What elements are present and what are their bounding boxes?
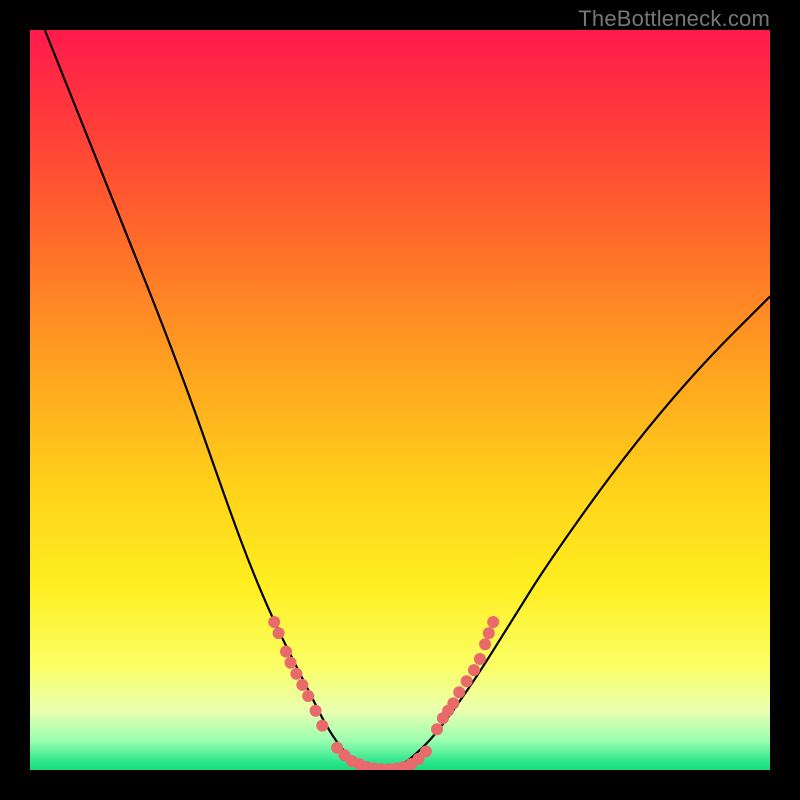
curve-marker <box>268 616 280 628</box>
curve-marker <box>447 697 459 709</box>
curve-marker <box>316 720 328 732</box>
curve-marker <box>431 723 443 735</box>
curve-markers <box>268 616 499 770</box>
plot-area <box>30 30 770 770</box>
curve-marker <box>479 638 491 650</box>
curve-marker <box>483 627 495 639</box>
curve-marker <box>290 668 302 680</box>
curve-marker <box>302 690 314 702</box>
bottleneck-curve <box>45 30 770 770</box>
curve-marker <box>487 616 499 628</box>
curve-marker <box>468 664 480 676</box>
curve-marker <box>296 679 308 691</box>
curve-svg <box>30 30 770 770</box>
curve-marker <box>420 746 432 758</box>
curve-marker <box>310 705 322 717</box>
attribution-label: TheBottleneck.com <box>578 6 770 32</box>
chart-frame: TheBottleneck.com <box>0 0 800 800</box>
curve-marker <box>285 657 297 669</box>
curve-marker <box>273 627 285 639</box>
curve-marker <box>453 686 465 698</box>
curve-marker <box>280 646 292 658</box>
curve-marker <box>461 675 473 687</box>
curve-marker <box>474 653 486 665</box>
